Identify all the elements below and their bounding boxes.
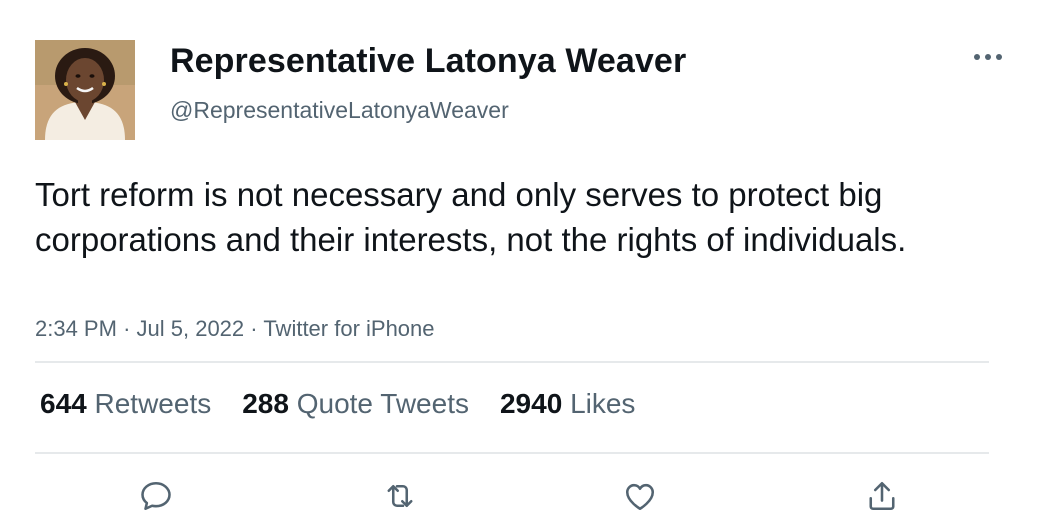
heart-icon xyxy=(625,483,655,511)
meta-separator: · xyxy=(123,316,137,341)
avatar[interactable] xyxy=(35,40,135,140)
retweets-label: Retweets xyxy=(94,388,212,419)
reply-button[interactable] xyxy=(136,476,176,516)
divider xyxy=(35,361,989,363)
avatar-photo xyxy=(35,40,135,140)
tweet-date[interactable]: Jul 5, 2022 xyxy=(137,316,245,341)
tweet-source[interactable]: Twitter for iPhone xyxy=(263,316,434,341)
author-handle[interactable]: @RepresentativeLatonyaWeaver xyxy=(170,97,509,124)
divider xyxy=(35,452,989,454)
quote-tweets-label: Quote Tweets xyxy=(296,388,469,419)
more-options-button[interactable] xyxy=(968,44,1008,70)
share-icon xyxy=(869,481,895,511)
retweet-icon xyxy=(387,484,413,508)
quote-tweets-stat[interactable]: 288 Quote Tweets xyxy=(242,388,469,420)
quote-tweets-count: 288 xyxy=(242,388,297,419)
tweet-text: Tort reform is not necessary and only se… xyxy=(35,176,907,258)
tweet-card: Representative Latonya Weaver @Represent… xyxy=(0,0,1050,525)
author-display-name[interactable]: Representative Latonya Weaver xyxy=(170,42,686,81)
retweets-count: 644 xyxy=(40,388,95,419)
likes-count: 2940 xyxy=(499,388,571,419)
retweet-button[interactable] xyxy=(380,476,420,516)
likes-label: Likes xyxy=(570,388,636,419)
likes-stat[interactable]: 2940 Likes xyxy=(500,388,635,420)
tweet-metadata: 2:34 PM · Jul 5, 2022 · Twitter for iPho… xyxy=(35,316,435,342)
more-horizontal-icon xyxy=(974,54,1002,60)
retweets-stat[interactable]: 644 Retweets xyxy=(40,388,211,420)
tweet-time[interactable]: 2:34 PM xyxy=(35,316,117,341)
meta-separator: · xyxy=(250,316,264,341)
share-button[interactable] xyxy=(862,476,902,516)
like-button[interactable] xyxy=(620,476,660,516)
reply-icon xyxy=(141,481,171,511)
tweet-stats: 644 Retweets 288 Quote Tweets 2940 Likes xyxy=(40,388,666,420)
